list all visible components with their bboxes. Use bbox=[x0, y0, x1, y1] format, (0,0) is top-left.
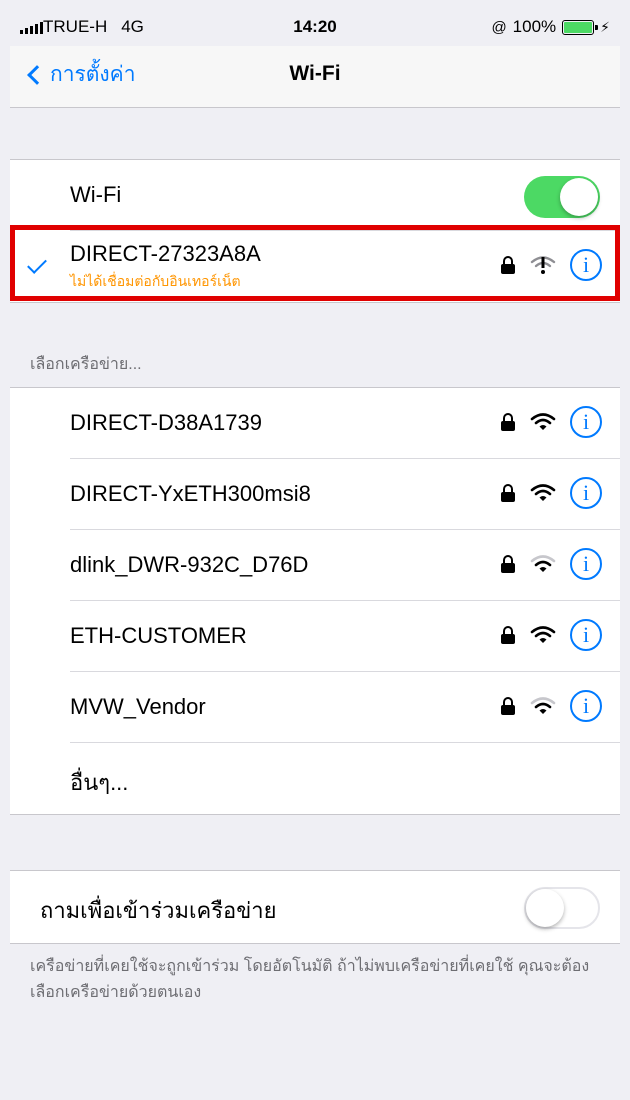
ask-to-join-group: ถามเพื่อเข้าร่วมเครือข่าย bbox=[10, 870, 620, 944]
info-button[interactable]: i bbox=[570, 249, 602, 281]
wifi-no-internet-icon bbox=[530, 256, 556, 274]
network-name: MVW_Vendor bbox=[70, 694, 206, 719]
networks-list: DIRECT-D38A1739 i DIRECT-YxETH300msi8 i dlin… bbox=[10, 387, 620, 815]
wifi-toggle-row: Wi-Fi bbox=[10, 160, 620, 231]
network-row[interactable]: MVW_Vendor i bbox=[10, 672, 620, 743]
other-network-label: อื่นๆ... bbox=[70, 770, 129, 795]
checkmark-icon bbox=[27, 254, 47, 274]
info-button[interactable]: i bbox=[570, 548, 602, 580]
network-name: dlink_DWR-932C_D76D bbox=[70, 552, 309, 577]
wifi-signal-icon bbox=[530, 555, 556, 572]
battery-indicator: @ 100% ⚡ bbox=[491, 17, 610, 37]
network-name: DIRECT-YxETH300msi8 bbox=[70, 481, 311, 506]
connected-network-name: DIRECT-27323A8A bbox=[70, 241, 261, 266]
networks-section-header: เลือกเครือข่าย... bbox=[30, 356, 142, 373]
wifi-group: Wi-Fi DIRECT-27323A8A ไม่ได้เชื่อมต่อกับ… bbox=[10, 159, 620, 303]
lock-icon bbox=[500, 697, 516, 715]
info-button[interactable]: i bbox=[570, 690, 602, 722]
wifi-signal-icon bbox=[530, 626, 556, 643]
wifi-signal-icon bbox=[530, 697, 556, 714]
network-row[interactable]: DIRECT-D38A1739 i bbox=[10, 388, 620, 459]
lock-icon bbox=[500, 626, 516, 644]
network-name: DIRECT-D38A1739 bbox=[70, 410, 262, 435]
connection-status: ไม่ได้เชื่อมต่อกับอินเทอร์เน็ต bbox=[70, 273, 241, 289]
ask-to-join-description: เครือข่ายที่เคยใช้จะถูกเข้าร่วม โดยอัตโน… bbox=[30, 958, 590, 1001]
network-row[interactable]: DIRECT-YxETH300msi8 i bbox=[10, 459, 620, 530]
navigation-bar: การตั้งค่า Wi-Fi bbox=[10, 46, 620, 108]
rotation-lock-icon: @ bbox=[491, 18, 507, 36]
lock-icon bbox=[500, 256, 516, 274]
connected-network-row[interactable]: DIRECT-27323A8A ไม่ได้เชื่อมต่อกับอินเทอ… bbox=[10, 231, 620, 302]
lock-icon bbox=[500, 555, 516, 573]
network-row[interactable]: dlink_DWR-932C_D76D i bbox=[10, 530, 620, 601]
other-network-row[interactable]: อื่นๆ... bbox=[10, 743, 620, 814]
ask-to-join-row: ถามเพื่อเข้าร่วมเครือข่าย bbox=[10, 871, 620, 943]
network-row[interactable]: ETH-CUSTOMER i bbox=[10, 601, 620, 672]
battery-icon bbox=[562, 19, 599, 35]
battery-percent: 100% bbox=[512, 17, 557, 36]
info-button[interactable]: i bbox=[570, 477, 602, 509]
lock-icon bbox=[500, 413, 516, 431]
wifi-label: Wi-Fi bbox=[70, 182, 122, 207]
page-title: Wi-Fi bbox=[289, 62, 341, 85]
ask-to-join-label: ถามเพื่อเข้าร่วมเครือข่าย bbox=[40, 898, 277, 923]
status-bar: TRUE-H 4G 14:20 @ 100% ⚡ bbox=[10, 10, 620, 46]
charging-bolt-icon: ⚡ bbox=[600, 18, 610, 35]
info-button[interactable]: i bbox=[570, 406, 602, 438]
ask-to-join-toggle[interactable] bbox=[524, 887, 600, 929]
settings-screen: TRUE-H 4G 14:20 @ 100% ⚡ การตั้งค่า Wi-Fi… bbox=[10, 10, 620, 1100]
network-name: ETH-CUSTOMER bbox=[70, 623, 247, 648]
info-button[interactable]: i bbox=[570, 619, 602, 651]
wifi-signal-icon bbox=[530, 484, 556, 501]
lock-icon bbox=[500, 484, 516, 502]
wifi-signal-icon bbox=[530, 413, 556, 430]
wifi-toggle[interactable] bbox=[524, 176, 600, 218]
